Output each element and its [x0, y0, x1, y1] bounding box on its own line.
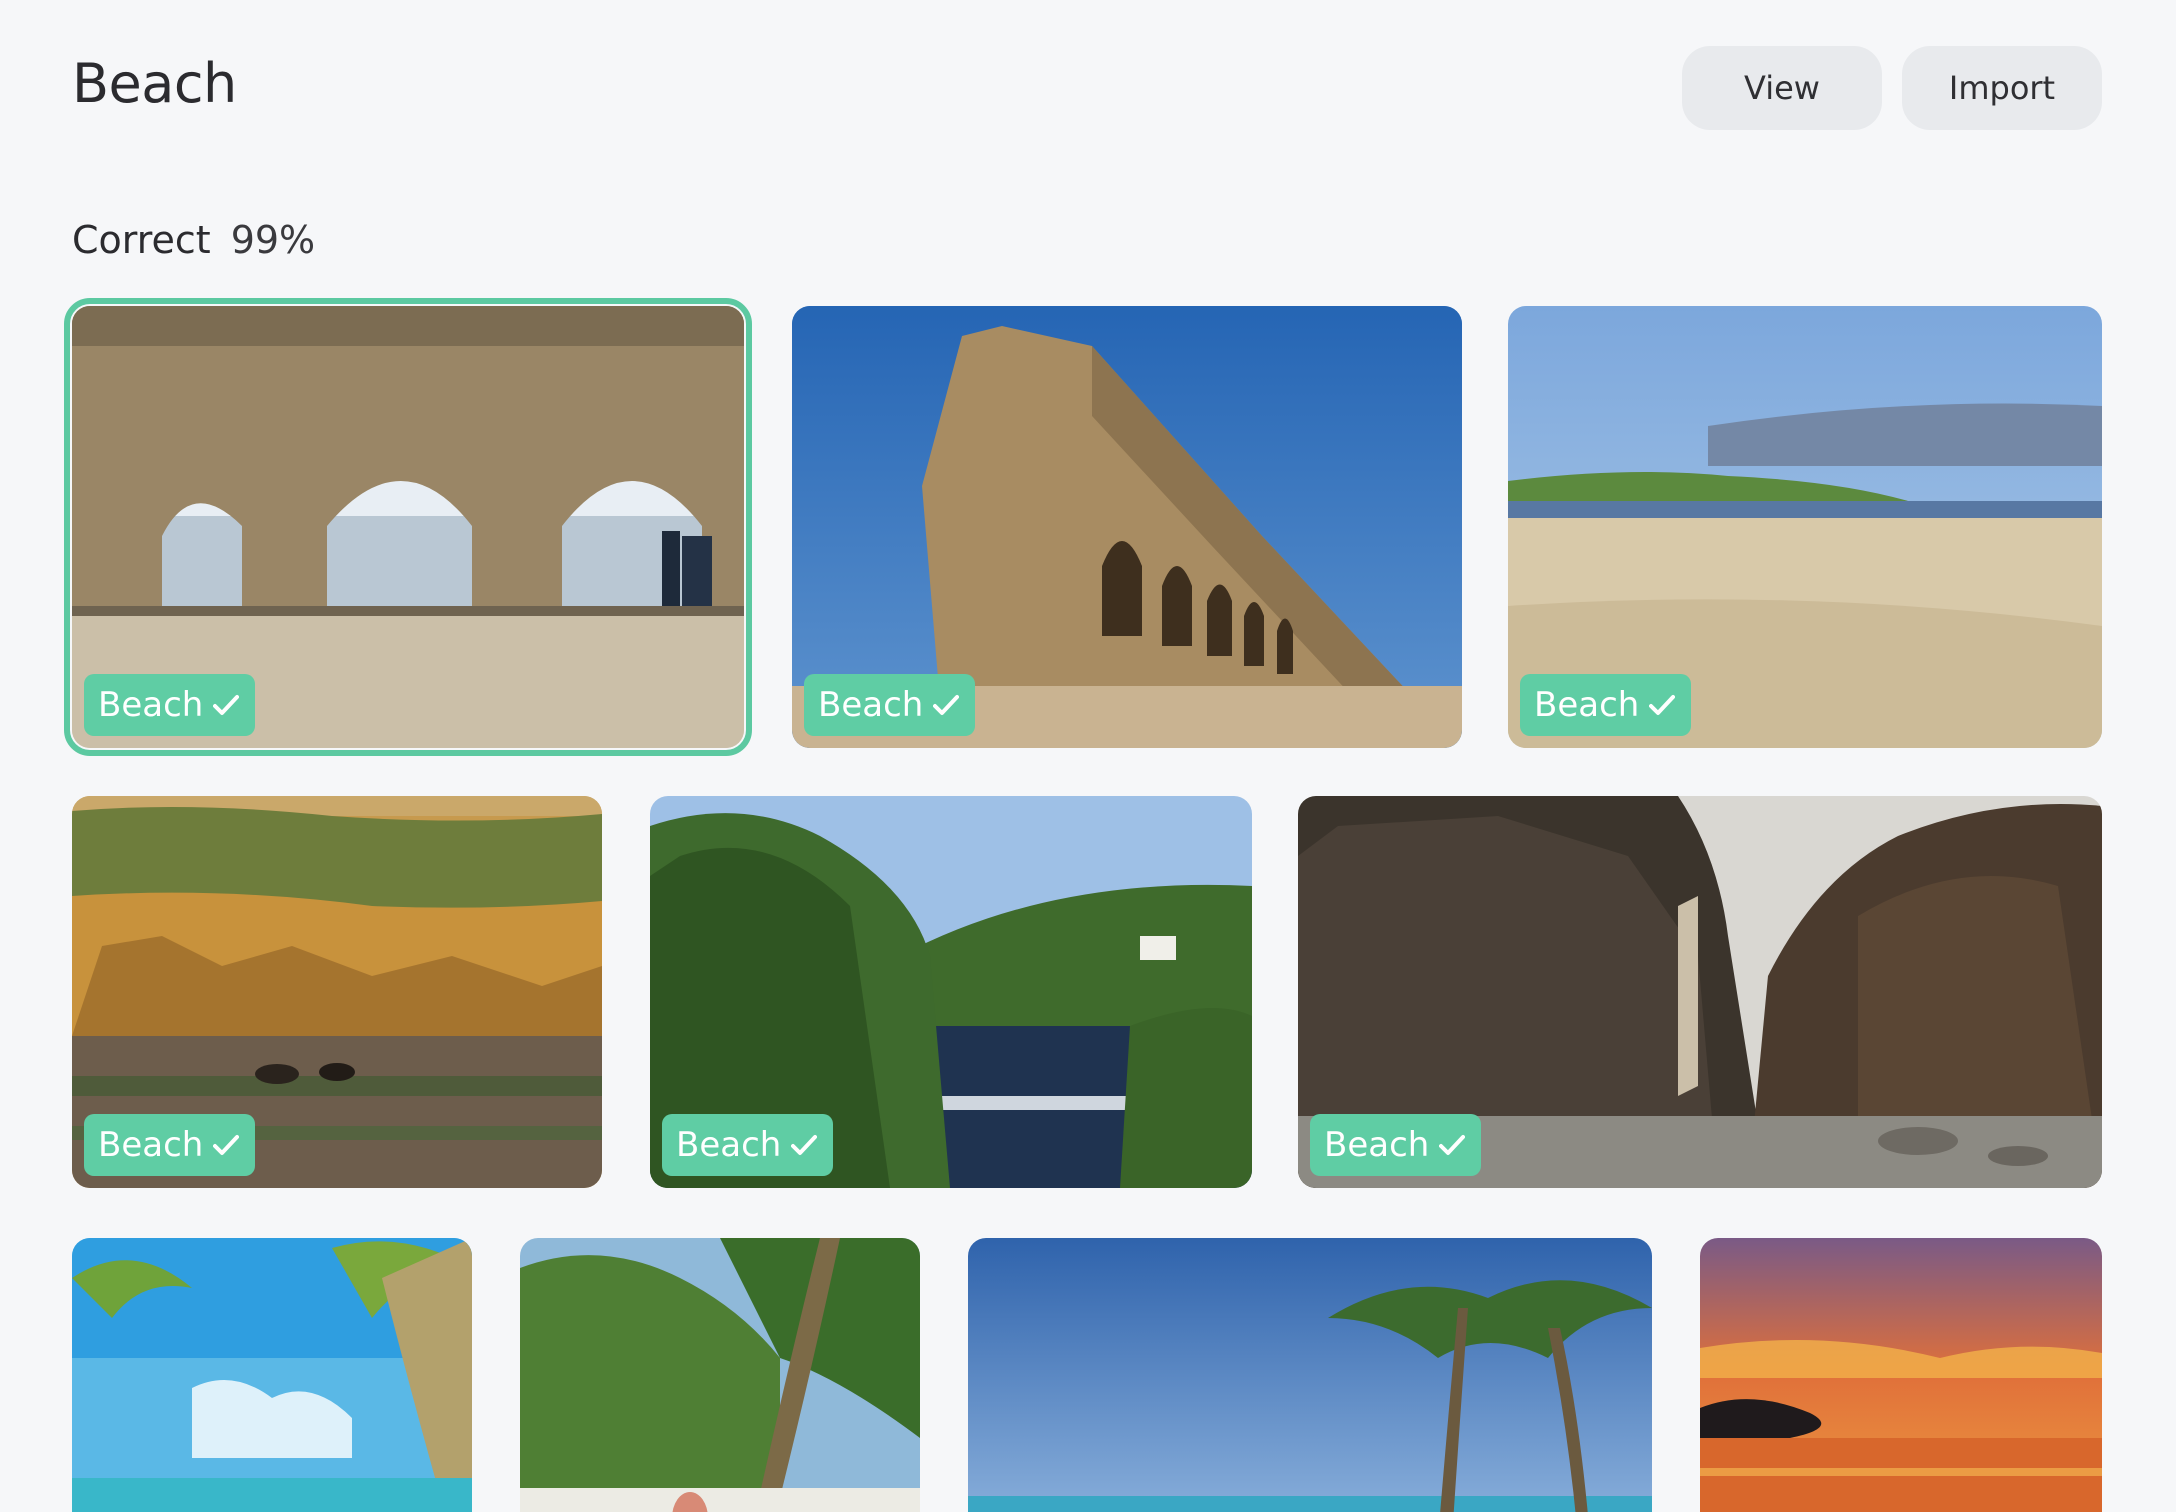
image-card-rocky-cove[interactable]: Beach	[1298, 796, 2102, 1188]
gallery-page: Beach View Import Correct 99% Beach Beac…	[0, 0, 2176, 1512]
import-button[interactable]: Import	[1902, 46, 2102, 130]
label-tag: Beach	[804, 674, 976, 736]
image-card-sunset[interactable]	[1700, 1238, 2102, 1512]
label-tag: Beach	[1520, 674, 1692, 736]
label-tag: Beach	[1310, 1114, 1482, 1176]
check-icon	[1439, 1135, 1466, 1155]
check-icon	[213, 695, 240, 715]
tag-text: Beach	[1534, 685, 1640, 725]
tag-text: Beach	[98, 685, 204, 725]
image-card-river-village[interactable]: Beach	[650, 796, 1252, 1188]
tag-text: Beach	[676, 1125, 782, 1165]
sunset-photo	[1700, 1238, 2102, 1512]
tag-text: Beach	[98, 1125, 204, 1165]
check-icon	[791, 1135, 818, 1155]
page-title: Beach	[72, 52, 237, 115]
accuracy-value: 99%	[230, 218, 316, 262]
label-tag: Beach	[84, 1114, 256, 1176]
image-card-palm-lagoon[interactable]	[72, 1238, 472, 1512]
check-icon	[933, 695, 960, 715]
tag-text: Beach	[1324, 1125, 1430, 1165]
label-tag: Beach	[662, 1114, 834, 1176]
tropical-beach-photo	[968, 1238, 1652, 1512]
image-card-tropical-beach[interactable]	[968, 1238, 1652, 1512]
image-card-sandy-bay[interactable]: Beach	[1508, 306, 2102, 748]
label-tag: Beach	[84, 674, 256, 736]
image-card-palm-grove[interactable]	[520, 1238, 920, 1512]
image-card-aqueduct-ruin[interactable]: Beach	[792, 306, 1462, 748]
image-card-cliff-dogs[interactable]: Beach	[72, 796, 602, 1188]
view-button[interactable]: View	[1682, 46, 1882, 130]
accuracy-label: Correct	[72, 218, 211, 262]
palm-grove-photo	[520, 1238, 920, 1512]
palm-lagoon-photo	[72, 1238, 472, 1512]
check-icon	[1649, 695, 1676, 715]
image-card-aqueduct-arches[interactable]: Beach	[64, 298, 752, 756]
check-icon	[213, 1135, 240, 1155]
accuracy-stat: Correct 99%	[72, 218, 315, 262]
tag-text: Beach	[818, 685, 924, 725]
